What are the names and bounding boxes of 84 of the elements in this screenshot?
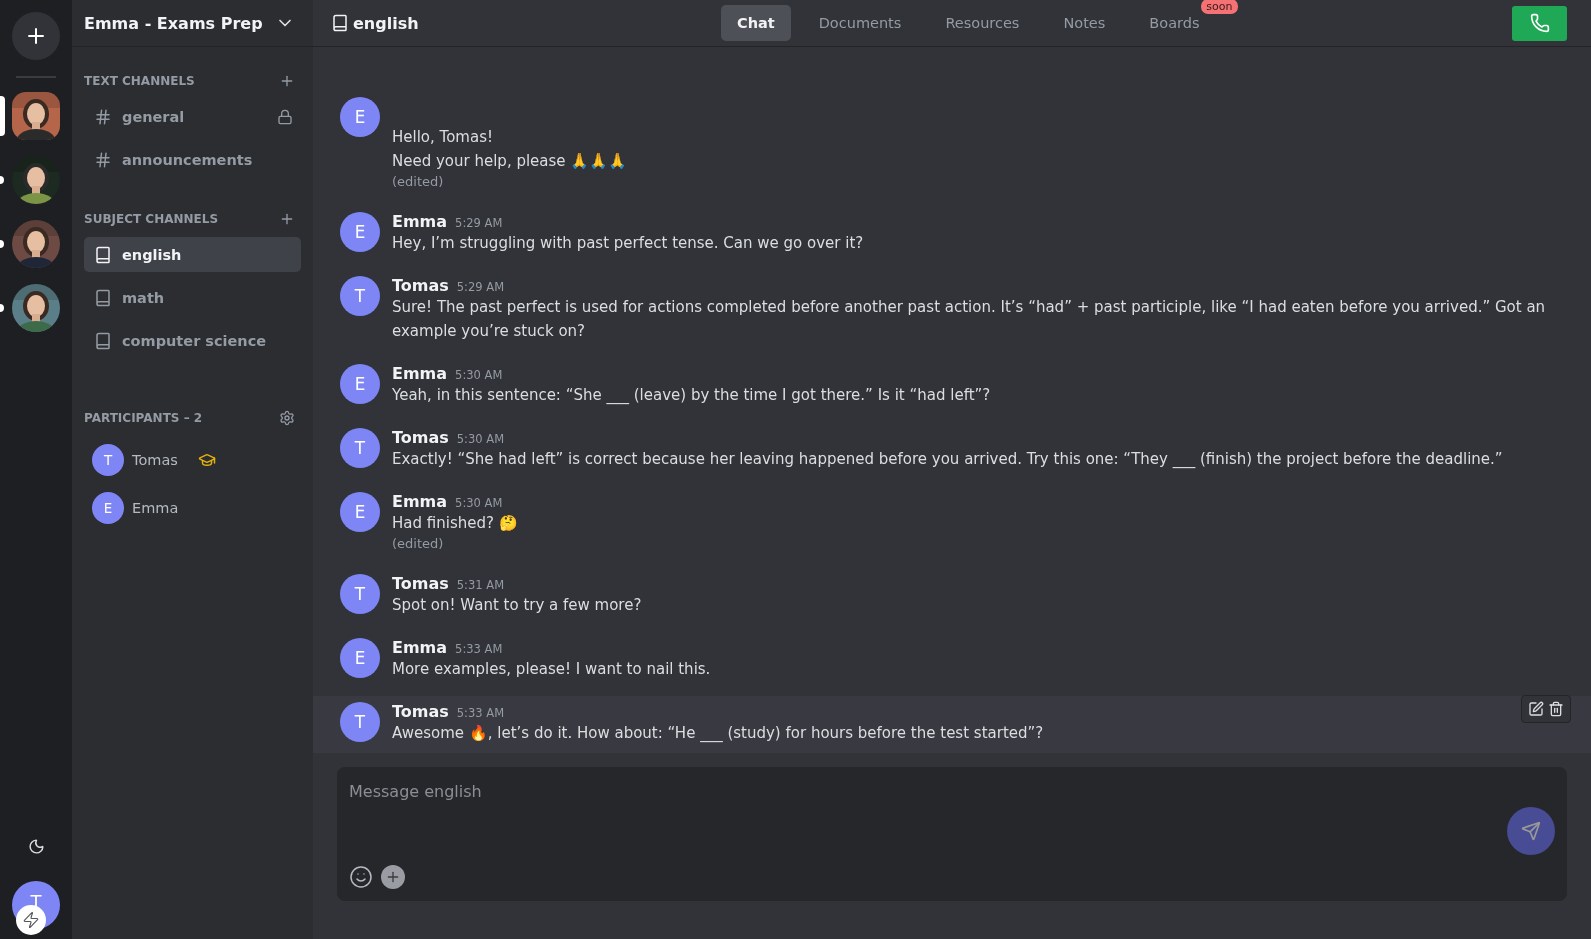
- tab[interactable]: Chat: [721, 5, 791, 41]
- timestamp: 5:29 AM: [456, 280, 505, 294]
- message-text: Had finished? 🤔: [392, 513, 518, 534]
- book-icon: [94, 245, 112, 264]
- section-title: TEXT CHANNELS: [84, 74, 195, 88]
- message-avatar: T: [340, 276, 380, 316]
- message-avatar: E: [340, 638, 380, 678]
- hash-icon: [94, 150, 112, 169]
- channel-item[interactable]: computer science: [84, 323, 301, 358]
- member-avatar: E: [92, 492, 124, 524]
- timestamp: 5:33 AM: [455, 642, 503, 656]
- author-name: Emma: [392, 364, 448, 383]
- member-avatar: T: [92, 444, 124, 476]
- message-avatar: E: [340, 97, 380, 137]
- author-name: Tomas: [392, 574, 449, 593]
- timestamp: 5:29 AM: [455, 216, 503, 230]
- author-name: Tomas: [392, 276, 449, 295]
- book-icon: [94, 288, 112, 307]
- author-name: Emma: [392, 638, 448, 657]
- timestamp: 5:30 AM: [456, 432, 505, 446]
- message-avatar: T: [340, 702, 380, 742]
- book-icon: [94, 331, 112, 350]
- message-text: Need your help, please 🙏🙏🙏: [392, 151, 628, 172]
- workspace-title: Emma - Exams Prep: [84, 13, 263, 33]
- send-button[interactable]: [1507, 807, 1555, 855]
- message-avatar: E: [340, 364, 380, 404]
- soon-badge: soon: [1201, 0, 1238, 14]
- message-text: More examples, please! I want to nail this.: [392, 659, 711, 680]
- channel-title: english: [353, 13, 420, 33]
- member-item[interactable]: T Tomas: [92, 444, 216, 476]
- send-icon: [1521, 821, 1541, 841]
- section-title: PARTICIPANTS – 2: [84, 411, 203, 425]
- section-title: SUBJECT CHANNELS: [84, 212, 219, 226]
- channel-item[interactable]: math: [84, 280, 301, 315]
- graduation-cap-icon: [197, 451, 216, 469]
- add-channel-icon[interactable]: [279, 73, 295, 89]
- timestamp: 5:30 AM: [455, 496, 503, 510]
- edited-label: (edited): [392, 535, 445, 553]
- channel-name: general: [122, 108, 186, 125]
- author-name: Emma: [392, 492, 448, 511]
- message-avatar: T: [340, 428, 380, 468]
- author-name: Tomas: [392, 428, 449, 447]
- timestamp: 5:30 AM: [455, 368, 503, 382]
- message-text: Sure! The past perfect is used for actions completed before another past action. It’s “had” + past participle, like “I had eaten before you arrived.” Got an example you’re stuck on?: [392, 297, 1547, 342]
- message-text: Hey, I’m struggling with past perfect tense. Can we go over it?: [392, 233, 864, 254]
- message-input[interactable]: Message english: [349, 779, 1449, 803]
- channel-item[interactable]: general: [84, 99, 301, 134]
- message-text: Hello, Tomas!: [392, 127, 494, 148]
- message-avatar: E: [340, 492, 380, 532]
- message-text: Exactly! “She had left” is correct because her leaving happened before you arrived. Try this one: “They ___ (finish) the project before the deadline.”: [392, 449, 1503, 471]
- author-name: Emma: [392, 212, 448, 231]
- plus-icon: [385, 869, 401, 885]
- channel-name: announcements: [122, 151, 254, 168]
- tab[interactable]: Notes: [1047, 5, 1122, 41]
- hash-icon: [94, 107, 112, 126]
- message-text: Spot on! Want to try a few more?: [392, 595, 642, 616]
- channel-item[interactable]: announcements: [84, 142, 301, 177]
- add-server-button[interactable]: [12, 12, 60, 60]
- message-avatar: E: [340, 212, 380, 252]
- moon-icon[interactable]: [27, 838, 45, 855]
- channel-name: math: [122, 289, 166, 306]
- edited-label: (edited): [392, 173, 445, 191]
- add-attachment-button[interactable]: [381, 865, 405, 889]
- channel-item[interactable]: english: [84, 237, 301, 272]
- message-avatar: T: [340, 574, 380, 614]
- smile-icon[interactable]: [349, 865, 373, 889]
- timestamp: 5:31 AM: [456, 578, 505, 592]
- message-text: Yeah, in this sentence: “She ___ (leave) by the time I got there.” Is it “had left”?: [392, 385, 991, 407]
- tab[interactable]: Documents: [802, 5, 918, 41]
- book-icon: [331, 14, 349, 32]
- channel-name: english: [122, 246, 183, 263]
- author-name: Tomas: [392, 702, 449, 721]
- channel-name: computer science: [122, 332, 268, 349]
- add-channel-icon[interactable]: [279, 211, 295, 227]
- member-item[interactable]: E Emma: [92, 492, 191, 524]
- settings-icon[interactable]: [279, 410, 295, 426]
- call-button[interactable]: [1512, 5, 1567, 41]
- phone-icon: [1529, 13, 1550, 33]
- tab[interactable]: Resources: [929, 5, 1036, 41]
- message-text: Awesome 🔥, let’s do it. How about: “He ___ (study) for hours before the test started”?: [392, 723, 1044, 745]
- edit-icon[interactable]: [1528, 701, 1544, 717]
- timestamp: 5:33 AM: [456, 706, 505, 720]
- trash-icon[interactable]: [1548, 701, 1564, 717]
- lightning-icon: [16, 905, 46, 935]
